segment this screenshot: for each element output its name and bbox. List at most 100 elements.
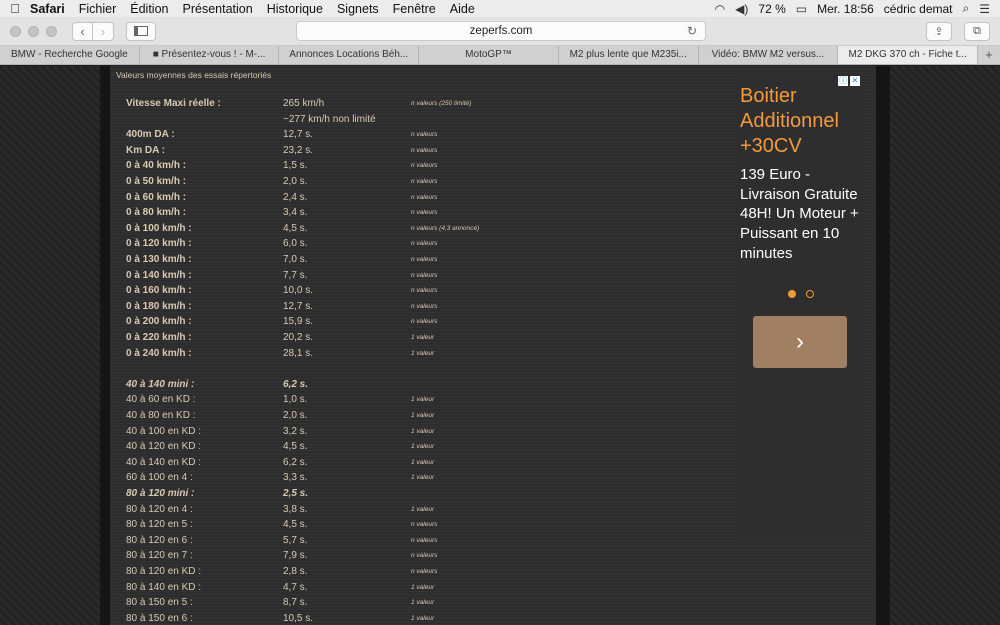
nav-buttons: ‹ › (72, 21, 114, 41)
wifi-icon[interactable]: ◠ (715, 2, 725, 16)
row-value: 6,2 s. (283, 378, 309, 390)
menu-edition[interactable]: Édition (130, 2, 168, 16)
row-label: 40 à 60 en KD : (126, 394, 196, 406)
menu-fichier[interactable]: Fichier (79, 2, 117, 16)
ad-dot-active[interactable] (788, 290, 796, 298)
share-button[interactable]: ⇪ (926, 21, 952, 41)
url-text: zeperfs.com (469, 25, 533, 37)
row-value: ~277 km/h non limité (283, 113, 376, 125)
apple-menu-icon[interactable]:  (0, 1, 30, 16)
row-value: 2,0 s. (283, 176, 308, 187)
minimize-window-button[interactable] (28, 25, 39, 37)
row-label: 60 à 100 en 4 : (126, 472, 193, 484)
row-value: 3,8 s. (283, 503, 308, 515)
sidebar-icon (134, 26, 148, 36)
ad-next-button[interactable]: › (753, 316, 847, 368)
battery-percent[interactable]: 72 % (758, 2, 785, 16)
row-value: 2,5 s. (283, 488, 309, 499)
row-label: 0 à 130 km/h : (126, 254, 192, 265)
clock[interactable]: Mer. 18:56 (817, 2, 874, 16)
row-label: 400m DA : (126, 129, 175, 141)
row-note: n valeurs (411, 271, 438, 279)
row-label: 0 à 240 km/h : (126, 347, 192, 359)
row-note: n valeurs (411, 302, 438, 310)
row-label: 40 à 140 mini : (126, 378, 195, 390)
browser-toolbar: ‹ › zeperfs.com ↻ ⇪ ⧉ (0, 17, 1000, 46)
row-value: 12,7 s. (283, 300, 314, 312)
row-value: 7,9 s. (283, 550, 308, 562)
toolbar-right: ⇪ ⧉ (926, 21, 990, 41)
close-window-button[interactable] (10, 25, 21, 37)
tab[interactable]: M2 plus lente que M235i... (559, 46, 699, 64)
menu-safari[interactable]: Safari (30, 2, 65, 16)
row-value: 3,4 s. (283, 207, 308, 219)
tab-bar: BMW - Recherche Google ■ Présentez-vous !… (0, 46, 1000, 65)
row-note: 1 valeur (411, 396, 435, 404)
row-label: 0 à 120 km/h : (126, 238, 192, 250)
row-value: 12,7 s. (283, 129, 314, 141)
tab[interactable]: Vidéo: BMW M2 versus... (699, 46, 839, 64)
sidebar-toggle-button[interactable] (126, 21, 156, 41)
ad-dot[interactable] (806, 290, 814, 298)
background-right (890, 66, 1000, 625)
row-value: 265 km/h (283, 98, 325, 109)
zoom-window-button[interactable] (46, 25, 57, 37)
spotlight-icon[interactable]: ⌕ (963, 1, 970, 16)
web-page: Valeurs moyennes des essais répertoriés … (0, 66, 1000, 625)
row-value: 4,5 s. (283, 441, 308, 453)
user-name[interactable]: cédric demat (884, 2, 953, 16)
ad-body[interactable]: 139 Euro - Livraison Gratuite 48H! Un Mo… (740, 165, 864, 264)
row-label: 40 à 120 en KD : (126, 441, 202, 453)
macos-menubar:  Safari Fichier Édition Présentation Hi… (0, 0, 1000, 17)
battery-icon[interactable]: ▭ (796, 2, 807, 16)
row-note: 1 valeur (411, 474, 435, 482)
address-bar[interactable]: zeperfs.com ↻ (296, 21, 706, 41)
row-note: n valeurs (411, 178, 438, 185)
new-tab-button[interactable]: + (978, 46, 1000, 64)
volume-icon[interactable]: ◀) (735, 2, 748, 16)
row-value: 8,7 s. (283, 597, 308, 609)
row-label: 80 à 120 en 4 : (126, 503, 193, 515)
ad-carousel-dots (788, 290, 814, 298)
tab[interactable]: BMW - Recherche Google (0, 46, 140, 64)
row-label: 0 à 180 km/h : (126, 300, 192, 312)
row-note: n valeurs (411, 146, 438, 154)
background-left (0, 66, 100, 625)
menu-signets[interactable]: Signets (337, 2, 379, 16)
ad-title[interactable]: Boitier Additionnel +30CV (740, 84, 864, 159)
row-label: 0 à 50 km/h : (126, 176, 187, 187)
row-note: n valeurs (411, 552, 438, 560)
row-note: n valeurs (411, 240, 438, 248)
reload-icon[interactable]: ↻ (687, 24, 697, 38)
row-note: n valeurs (250 limité) (411, 100, 472, 107)
row-note: n valeurs (411, 193, 438, 201)
menu-aide[interactable]: Aide (450, 2, 475, 16)
content-area: Valeurs moyennes des essais répertoriés … (110, 66, 876, 625)
row-value: 3,2 s. (283, 425, 308, 437)
tab[interactable]: ■ Présentez-vous ! - M-... (140, 46, 280, 64)
row-note: n valeurs (411, 162, 438, 170)
menu-fenetre[interactable]: Fenêtre (393, 2, 436, 16)
menu-presentation[interactable]: Présentation (183, 2, 253, 16)
row-note: n valeurs (411, 256, 438, 263)
tabs-overview-button[interactable]: ⧉ (964, 21, 990, 41)
advertisement[interactable]: ⓘ ✕ Boitier Additionnel +30CV 139 Euro -… (738, 74, 862, 542)
row-label: 80 à 120 en 5 : (126, 519, 193, 531)
tab[interactable]: Annonces Locations Béh... (279, 46, 420, 64)
tab-active[interactable]: M2 DKG 370 ch - Fiche t... (838, 46, 979, 64)
row-value: 6,0 s. (283, 238, 308, 250)
row-value: 7,7 s. (283, 269, 308, 281)
tab[interactable]: MotoGP™ (419, 46, 559, 64)
row-value: 4,7 s. (283, 581, 308, 593)
row-value: 2,8 s. (283, 566, 308, 577)
menu-historique[interactable]: Historique (267, 2, 323, 16)
row-note: 1 valeur (411, 412, 435, 419)
row-label: 0 à 100 km/h : (126, 222, 192, 234)
row-value: 5,7 s. (283, 534, 308, 546)
row-label: 0 à 80 km/h : (126, 207, 187, 219)
back-button[interactable]: ‹ (72, 21, 93, 41)
notification-center-icon[interactable]: ☰ (979, 2, 990, 16)
forward-button[interactable]: › (93, 21, 114, 41)
row-label: 0 à 200 km/h : (126, 316, 192, 328)
row-note: 1 valeur (411, 443, 435, 451)
